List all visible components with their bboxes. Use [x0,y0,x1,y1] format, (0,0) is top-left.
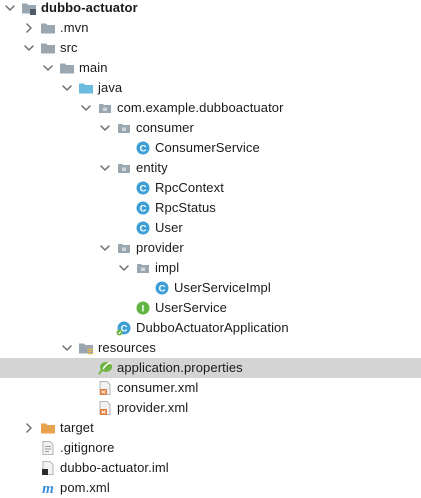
package-icon [97,100,113,116]
tree-row[interactable]: C RpcContext [0,178,421,198]
svg-text:I: I [142,304,145,315]
excluded-folder-icon [40,420,56,436]
chevron-down-icon[interactable] [42,62,54,74]
tree-row[interactable]: C UserServiceImpl [0,278,421,298]
svg-text:C: C [159,284,166,295]
class-icon: C [135,220,151,236]
tree-row-label: DubboActuatorApplication [136,320,289,335]
tree-row[interactable]: C User [0,218,421,238]
tree-row[interactable]: resources [0,338,421,358]
tree-row[interactable]: provider.xml [0,398,421,418]
tree-row-label: provider [136,240,184,255]
package-icon [116,120,132,136]
tree-row[interactable]: src [0,38,421,58]
tree-row-label: entity [136,160,168,175]
package-icon [116,240,132,256]
chevron-down-icon[interactable] [4,2,16,14]
tree-row-label: dubbo-actuator.iml [60,460,169,475]
source-folder-icon [78,80,94,96]
tree-row[interactable]: C DubboActuatorApplication [0,318,421,338]
tree-row[interactable]: provider [0,238,421,258]
folder-icon [59,60,75,76]
project-tree: dubbo-actuator .mvn src main java com.example… [0,0,421,497]
tree-row-label: src [60,40,78,55]
resources-folder-icon [78,340,94,356]
tree-row[interactable]: m pom.xml [0,478,421,498]
tree-row[interactable]: C ConsumerService [0,138,421,158]
svg-text:C: C [140,204,147,215]
tree-row-label: java [98,80,123,95]
spring-app-class-icon: C [116,320,132,336]
folder-icon [40,20,56,36]
svg-text:m: m [42,481,54,496]
class-icon: C [154,280,170,296]
maven-file-icon: m [40,480,56,496]
tree-row[interactable]: .mvn [0,18,421,38]
tree-row[interactable]: target [0,418,421,438]
tree-row[interactable]: java [0,78,421,98]
tree-row-label: RpcContext [155,180,224,195]
tree-row-label: .mvn [60,20,89,35]
iml-file-icon [40,460,56,476]
tree-row-label: target [60,420,94,435]
chevron-down-icon[interactable] [80,102,92,114]
tree-row-label: provider.xml [117,400,189,415]
tree-row[interactable]: entity [0,158,421,178]
chevron-down-icon[interactable] [61,342,73,354]
tree-row-label: UserServiceImpl [174,280,271,295]
class-icon: C [135,140,151,156]
tree-row[interactable]: application.properties [0,358,421,378]
tree-row-label: resources [98,340,156,355]
tree-row[interactable]: consumer.xml [0,378,421,398]
tree-row-label: impl [155,260,180,275]
tree-row[interactable]: C RpcStatus [0,198,421,218]
tree-row-label: consumer [136,120,194,135]
chevron-down-icon[interactable] [118,262,130,274]
tree-row-label: consumer.xml [117,380,199,395]
chevron-down-icon[interactable] [99,122,111,134]
svg-text:C: C [140,224,147,235]
interface-icon: I [135,300,151,316]
tree-row-label: ConsumerService [155,140,260,155]
tree-row[interactable]: I UserService [0,298,421,318]
tree-row-label: User [155,220,183,235]
tree-row[interactable]: main [0,58,421,78]
tree-row-label: com.example.dubboactuator [117,100,284,115]
tree-row-label: application.properties [117,360,243,375]
chevron-down-icon[interactable] [99,242,111,254]
xml-file-icon [97,380,113,396]
chevron-down-icon[interactable] [99,162,111,174]
svg-text:C: C [140,144,147,155]
tree-row[interactable]: consumer [0,118,421,138]
class-icon: C [135,180,151,196]
chevron-down-icon[interactable] [61,82,73,94]
tree-row[interactable]: .gitignore [0,438,421,458]
package-icon [135,260,151,276]
tree-row-label: UserService [155,300,227,315]
tree-row-label: RpcStatus [155,200,216,215]
folder-icon [40,40,56,56]
tree-row-label: dubbo-actuator [41,0,138,15]
tree-row-label: .gitignore [60,440,115,455]
svg-text:C: C [140,184,147,195]
module-folder-icon [21,0,37,16]
chevron-right-icon[interactable] [23,422,35,434]
chevron-down-icon[interactable] [23,42,35,54]
tree-row[interactable]: dubbo-actuator [0,0,421,18]
spring-properties-icon [97,360,113,376]
chevron-right-icon[interactable] [23,22,35,34]
class-icon: C [135,200,151,216]
tree-row-label: pom.xml [60,480,110,495]
tree-row[interactable]: com.example.dubboactuator [0,98,421,118]
tree-row-label: main [79,60,108,75]
package-icon [116,160,132,176]
tree-row[interactable]: dubbo-actuator.iml [0,458,421,478]
tree-row[interactable]: impl [0,258,421,278]
xml-file-icon [97,400,113,416]
text-file-icon [40,440,56,456]
